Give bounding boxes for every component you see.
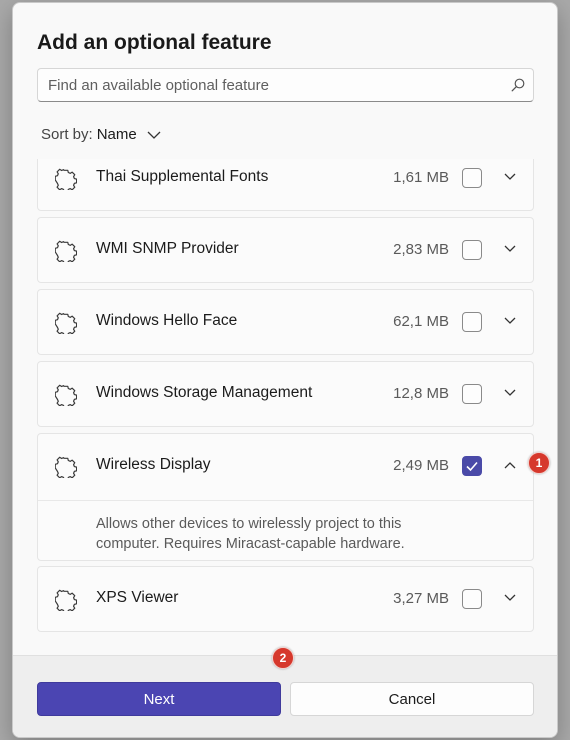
- checkmark-icon: [466, 461, 478, 472]
- chevron-up-icon[interactable]: [503, 460, 517, 470]
- feature-checkbox[interactable]: [462, 312, 482, 332]
- feature-checkbox[interactable]: [462, 589, 482, 609]
- next-button[interactable]: Next: [37, 682, 281, 716]
- chevron-down-icon[interactable]: [503, 388, 517, 398]
- sort-value: Name: [96, 126, 137, 143]
- chevron-down-icon[interactable]: [503, 244, 517, 254]
- sort-label: Sort by:: [41, 126, 93, 143]
- feature-name: Windows Storage Management: [96, 384, 313, 401]
- feature-item[interactable]: Windows Storage Management 12,8 MB: [37, 361, 534, 427]
- feature-name: WMI SNMP Provider: [96, 240, 239, 257]
- feature-description: Allows other devices to wirelessly proje…: [96, 516, 405, 552]
- feature-size: 3,27 MB: [393, 590, 449, 607]
- feature-checkbox[interactable]: [462, 240, 482, 260]
- chevron-down-icon[interactable]: [503, 593, 517, 603]
- feature-item[interactable]: WMI SNMP Provider 2,83 MB: [37, 217, 534, 283]
- feature-size: 12,8 MB: [393, 385, 449, 402]
- puzzle-gear-icon: [55, 168, 77, 190]
- feature-size: 2,49 MB: [393, 457, 449, 474]
- dialog-title: Add an optional feature: [37, 31, 272, 54]
- feature-checkbox-checked[interactable]: [462, 456, 482, 476]
- feature-size: 2,83 MB: [393, 241, 449, 258]
- search-input[interactable]: [48, 69, 498, 101]
- chevron-down-icon[interactable]: [503, 316, 517, 326]
- feature-name: Wireless Display: [96, 456, 211, 473]
- puzzle-gear-icon: [55, 384, 77, 406]
- puzzle-gear-icon: [55, 456, 77, 478]
- feature-name: XPS Viewer: [96, 589, 179, 606]
- feature-name: Windows Hello Face: [96, 312, 238, 329]
- search-box[interactable]: [37, 68, 534, 102]
- chevron-down-icon[interactable]: [503, 172, 517, 182]
- chevron-down-icon: [147, 131, 161, 139]
- puzzle-gear-icon: [55, 240, 77, 262]
- divider: [38, 500, 533, 501]
- annotation-badge-1: 1: [528, 452, 550, 474]
- feature-item-expanded[interactable]: Wireless Display 2,49 MB Allows other de…: [37, 433, 534, 561]
- feature-size: 1,61 MB: [393, 169, 449, 186]
- feature-name: Thai Supplemental Fonts: [96, 168, 269, 185]
- feature-item[interactable]: Windows Hello Face 62,1 MB: [37, 289, 534, 355]
- puzzle-gear-icon: [55, 589, 77, 611]
- feature-item[interactable]: Thai Supplemental Fonts 1,61 MB: [37, 159, 534, 211]
- feature-size: 62,1 MB: [393, 313, 449, 330]
- feature-item[interactable]: XPS Viewer 3,27 MB: [37, 566, 534, 632]
- feature-checkbox[interactable]: [462, 384, 482, 404]
- cancel-button[interactable]: Cancel: [290, 682, 534, 716]
- feature-checkbox[interactable]: [462, 168, 482, 188]
- add-optional-feature-dialog: Add an optional feature Sort by: Name Th…: [12, 2, 558, 738]
- feature-list[interactable]: Thai Supplemental Fonts 1,61 MB WMI SNMP…: [37, 159, 534, 633]
- search-icon[interactable]: [511, 78, 525, 92]
- annotation-badge-2: 2: [272, 647, 294, 669]
- sort-dropdown[interactable]: Sort by: Name: [41, 126, 161, 143]
- puzzle-gear-icon: [55, 312, 77, 334]
